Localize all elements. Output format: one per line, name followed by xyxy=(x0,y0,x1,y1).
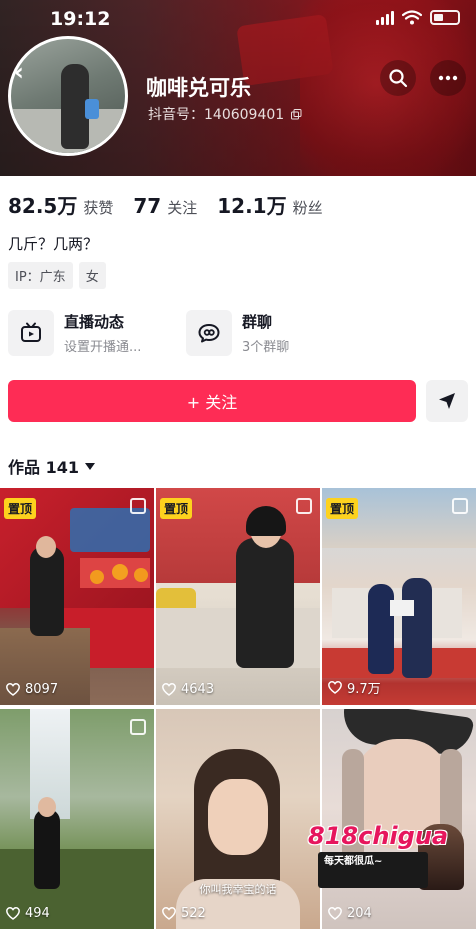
more-button[interactable] xyxy=(430,60,466,96)
back-icon[interactable]: ‹ xyxy=(14,58,24,86)
like-count-text: 8097 xyxy=(25,682,59,697)
live-updates-subtitle: 设置开播通... xyxy=(64,340,142,355)
douyin-id[interactable]: 抖音号：140609401 xyxy=(148,104,302,124)
pinned-badge: 置顶 xyxy=(4,498,37,519)
video-thumbnail[interactable]: 你叫我幸宝的话 522 xyxy=(156,709,320,929)
multi-image-icon xyxy=(296,498,312,514)
more-icon xyxy=(438,75,458,81)
tv-icon xyxy=(8,310,54,356)
signal-icon xyxy=(376,10,394,25)
heart-icon xyxy=(6,907,20,920)
followers-count[interactable]: 12.1万 xyxy=(217,190,286,219)
video-thumbnail[interactable]: 置顶 4643 xyxy=(156,488,320,705)
group-chat-title: 群聊 xyxy=(242,313,273,331)
video-caption: 你叫我幸宝的话 xyxy=(199,883,277,896)
douyin-id-text: 抖音号：140609401 xyxy=(148,107,285,123)
heart-icon xyxy=(162,907,176,920)
chat-bubble-icon xyxy=(186,310,232,356)
likes-label: 获赞 xyxy=(83,199,114,217)
like-count: 4643 xyxy=(162,682,214,697)
ip-tag: IP：广东 xyxy=(8,262,73,289)
multi-image-icon xyxy=(130,498,146,514)
nickname: 咖啡兑可乐 xyxy=(146,76,251,100)
wifi-icon xyxy=(402,10,422,25)
copy-icon[interactable] xyxy=(290,109,302,120)
like-count: 494 xyxy=(6,906,50,921)
like-count-text: 9.7万 xyxy=(347,682,381,697)
like-count-text: 494 xyxy=(25,906,50,921)
live-updates-entry[interactable]: 直播动态 设置开播通... xyxy=(8,308,141,358)
works-tab[interactable]: 作品 141 xyxy=(8,454,95,478)
video-thumbnail[interactable]: 204 xyxy=(322,709,476,929)
search-icon xyxy=(389,69,408,88)
heart-icon xyxy=(6,683,20,696)
video-thumbnail[interactable]: 置顶 8097 xyxy=(0,488,154,705)
like-count: 522 xyxy=(162,906,206,921)
multi-image-icon xyxy=(452,498,468,514)
gender-tag: 女 xyxy=(78,262,106,289)
multi-image-icon xyxy=(130,719,146,735)
pinned-badge: 置顶 xyxy=(326,498,359,519)
status-time: 19:12 xyxy=(50,8,111,30)
following-label: 关注 xyxy=(167,199,198,217)
watermark-slogan: 每天都很瓜~ xyxy=(324,856,383,867)
heart-icon xyxy=(328,907,342,920)
like-count-text: 522 xyxy=(181,906,206,921)
like-count-text: 204 xyxy=(347,906,372,921)
avatar[interactable] xyxy=(8,36,128,156)
caret-down-icon xyxy=(84,462,95,470)
works-tab-label: 作品 141 xyxy=(8,458,79,477)
like-count-text: 4643 xyxy=(181,682,215,697)
bio: 几斤？几两？ xyxy=(8,235,99,253)
like-count: 8097 xyxy=(6,682,58,697)
video-thumbnail[interactable]: 494 xyxy=(0,709,154,929)
group-chat-entry[interactable]: 群聊 3个群聊 xyxy=(186,308,289,358)
profile-stats: 82.5万 获赞 77 关注 12.1万 粉丝 xyxy=(8,190,343,219)
live-updates-title: 直播动态 xyxy=(64,313,125,331)
followers-label: 粉丝 xyxy=(292,199,323,217)
status-icons xyxy=(376,10,460,25)
following-count[interactable]: 77 xyxy=(133,194,161,218)
pinned-badge: 置顶 xyxy=(160,498,193,519)
profile-tags: IP：广东 女 xyxy=(8,262,106,289)
likes-count[interactable]: 82.5万 xyxy=(8,190,77,219)
share-button[interactable] xyxy=(426,380,468,422)
search-button[interactable] xyxy=(380,60,416,96)
video-thumbnail[interactable]: 置顶 9.7万 xyxy=(322,488,476,705)
watermark-logo: 818chigua 每天都很瓜~ xyxy=(308,822,464,894)
group-chat-subtitle: 3个群聊 xyxy=(242,340,290,355)
send-arrow-icon xyxy=(439,393,455,409)
like-count: 204 xyxy=(328,906,372,921)
profile-banner: 19:12 ‹ 咖啡兑可乐 抖音号：140609401 xyxy=(0,0,476,176)
like-count: 9.7万 xyxy=(328,678,381,697)
heart-icon xyxy=(162,683,176,696)
follow-button[interactable]: + 关注 xyxy=(8,380,416,422)
battery-icon xyxy=(430,10,460,25)
heart-icon xyxy=(328,681,342,694)
watermark-logo-text: 818chigua xyxy=(308,822,449,850)
